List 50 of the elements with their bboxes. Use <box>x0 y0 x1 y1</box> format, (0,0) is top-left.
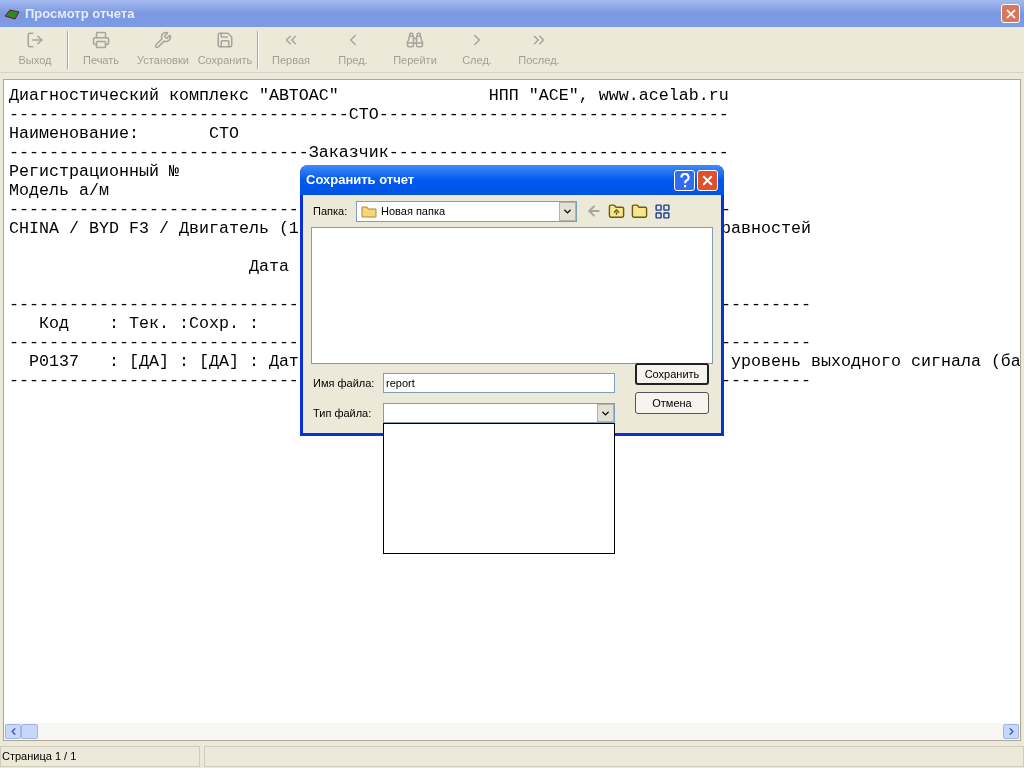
report-line: --------- <box>721 333 811 352</box>
report-line: Диагностический комплекс "АВТОАС" НПП "ACE", www.acelab.ru <box>9 86 729 105</box>
report-line: ----------------------------- <box>9 333 299 352</box>
report-line: ----------------------------------СТО----------------------------------- <box>9 105 729 124</box>
folder-combobox[interactable]: Новая папка <box>356 200 577 222</box>
report-line: ------------------------------Заказчик---------------------------------- <box>9 143 729 162</box>
report-line: --------- <box>721 371 811 390</box>
report-line: - <box>721 200 731 219</box>
folder-up-icon[interactable] <box>608 202 625 220</box>
app-icon <box>4 7 20 20</box>
dialog-title: Сохранить отчет <box>306 171 416 190</box>
close-button[interactable] <box>697 169 718 191</box>
folder-icon <box>361 204 377 218</box>
printer-icon <box>92 30 110 49</box>
report-line: Регистрационный № <box>9 162 179 181</box>
report-line: равностей <box>721 219 811 238</box>
report-line: Код : Тек. :Сохр. : <box>38 314 259 333</box>
page-indicator: Страница 1 / 1 <box>2 749 77 765</box>
scroll-thumb[interactable] <box>21 724 38 739</box>
dropdown-button[interactable] <box>597 404 614 422</box>
scroll-right-button[interactable] <box>1003 724 1019 739</box>
folder-name: Новая папка <box>381 203 447 219</box>
close-button[interactable] <box>1001 4 1020 23</box>
report-line: Наименование: СТО <box>9 124 239 143</box>
report-line: уровень выходного сигнала (ба <box>730 352 1020 371</box>
filename-label: Имя файла: <box>312 375 376 391</box>
report-line: CHINA / BYD F3 / Двигатель (1 <box>9 219 299 238</box>
filetype-label: Тип файла: <box>312 405 373 421</box>
help-button[interactable] <box>674 169 695 191</box>
filename-field[interactable]: report <box>383 373 615 393</box>
report-line: P0137 : [ДА] : [ДА] : Дат <box>28 352 299 371</box>
report-line: Модель а/м <box>9 181 109 200</box>
binoculars-icon <box>406 30 424 49</box>
report-line: Дата <box>247 257 289 276</box>
tools-icon <box>154 30 172 49</box>
dialog-button[interactable]: Отмена <box>635 392 709 414</box>
new-folder-icon[interactable] <box>631 202 648 220</box>
dialog-button[interactable]: Сохранить <box>635 363 709 385</box>
folder-label: Папка: <box>312 203 349 219</box>
report-line: --------- <box>721 295 811 314</box>
scroll-left-button[interactable] <box>5 724 21 739</box>
horizontal-scrollbar[interactable] <box>4 723 1020 740</box>
view-menu-icon[interactable] <box>654 202 671 220</box>
exit-icon <box>26 30 44 49</box>
dropdown-button[interactable] <box>559 201 576 221</box>
question-icon <box>679 172 690 188</box>
report-line: ----------------------------- <box>9 295 299 314</box>
report-line: ----------------------------- <box>9 200 299 219</box>
report-line: ----------------------------- <box>9 371 299 390</box>
window-title: Просмотр отчета <box>25 4 136 23</box>
